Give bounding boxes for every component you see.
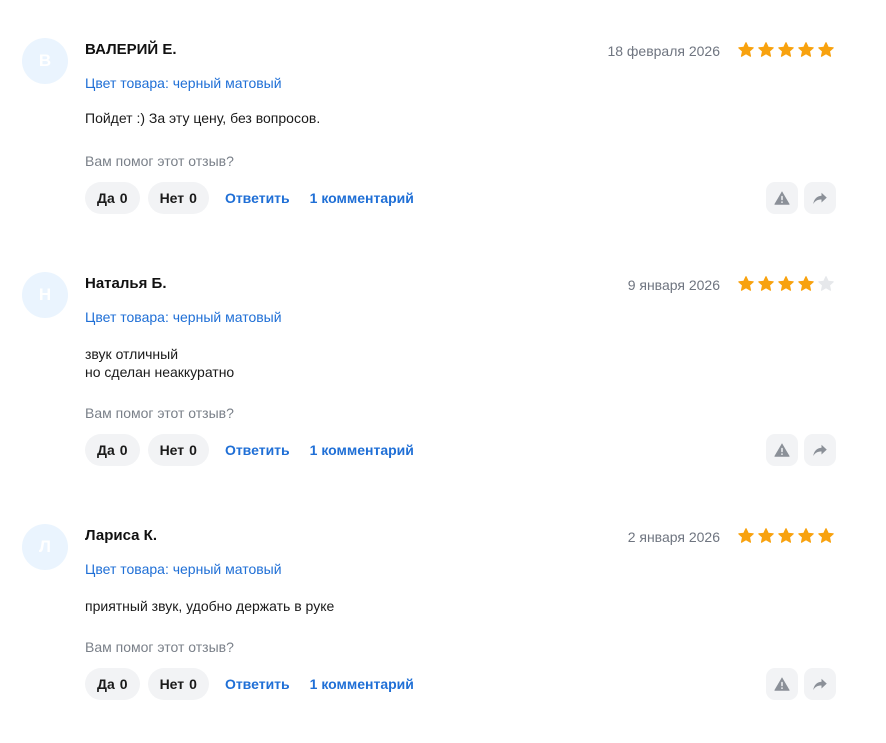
review-card: Л Лариса К. 2 января 2026 Цвет товара: ч… [0, 516, 886, 716]
review-text: Пойдет :) За эту цену, без вопросов. [85, 110, 321, 126]
star-icon [758, 528, 774, 543]
comments-link[interactable]: 1 комментарий [306, 190, 422, 206]
share-button[interactable] [804, 434, 836, 466]
helpful-yes-button[interactable]: Да 0 [85, 668, 140, 700]
warning-triangle-icon [774, 191, 790, 205]
star-icon [798, 42, 814, 57]
helpful-no-button[interactable]: Нет 0 [147, 182, 209, 214]
avatar: Л [22, 524, 68, 570]
share-arrow-icon [813, 192, 827, 204]
share-arrow-icon [813, 678, 827, 690]
helpful-no-button[interactable]: Нет 0 [147, 434, 209, 466]
report-button[interactable] [766, 668, 798, 700]
no-label: Нет [159, 676, 185, 692]
review-card: В ВАЛЕРИЙ Е. 18 февраля 2026 Цвет товара… [0, 30, 886, 230]
report-button[interactable] [766, 182, 798, 214]
review-actions: Да 0 Нет 0 Ответить 1 комментарий [85, 182, 422, 214]
review-author: ВАЛЕРИЙ Е. [85, 41, 177, 58]
star-icon [758, 42, 774, 57]
review-actions: Да 0 Нет 0 Ответить 1 комментарий [85, 434, 422, 466]
star-icon [758, 276, 774, 291]
helpful-prompt: Вам помог этот отзыв? [85, 405, 234, 421]
share-arrow-icon [813, 444, 827, 456]
star-icon [738, 42, 754, 57]
warning-triangle-icon [774, 443, 790, 457]
star-icon [738, 276, 754, 291]
helpful-yes-button[interactable]: Да 0 [85, 182, 140, 214]
share-button[interactable] [804, 668, 836, 700]
helpful-prompt: Вам помог этот отзыв? [85, 153, 234, 169]
yes-label: Да [97, 442, 115, 458]
star-icon [778, 42, 794, 57]
review-text: звук отличный но сделан неаккуратно [85, 346, 235, 380]
star-icon [798, 528, 814, 543]
yes-count: 0 [119, 442, 128, 458]
yes-count: 0 [119, 676, 128, 692]
review-author: Наталья Б. [85, 275, 167, 292]
review-date: 9 января 2026 [627, 277, 720, 293]
no-count: 0 [189, 442, 197, 458]
helpful-prompt: Вам помог этот отзыв? [85, 639, 234, 655]
review-text: приятный звук, удобно держать в руке [85, 598, 335, 614]
no-label: Нет [159, 190, 185, 206]
no-label: Нет [159, 442, 185, 458]
product-variant: Цвет товара: черный матовый [85, 75, 282, 91]
warning-triangle-icon [774, 677, 790, 691]
avatar: В [22, 38, 68, 84]
no-count: 0 [189, 190, 197, 206]
comments-link[interactable]: 1 комментарий [306, 676, 422, 692]
review-date: 18 февраля 2026 [607, 43, 720, 59]
rating-stars [737, 41, 835, 59]
star-icon [738, 528, 754, 543]
review-card: Н Наталья Б. 9 января 2026 Цвет товара: … [0, 264, 886, 466]
review-actions: Да 0 Нет 0 Ответить 1 комментарий [85, 668, 422, 700]
rating-stars [737, 275, 835, 293]
avatar: Н [22, 272, 68, 318]
star-icon [818, 42, 834, 57]
rating-stars [737, 527, 835, 545]
comments-link[interactable]: 1 комментарий [306, 442, 422, 458]
review-author: Лариса К. [85, 527, 157, 544]
star-icon [778, 276, 794, 291]
share-button[interactable] [804, 182, 836, 214]
report-button[interactable] [766, 434, 798, 466]
product-variant: Цвет товара: черный матовый [85, 309, 282, 325]
helpful-yes-button[interactable]: Да 0 [85, 434, 140, 466]
helpful-no-button[interactable]: Нет 0 [147, 668, 209, 700]
yes-label: Да [97, 190, 115, 206]
star-icon [798, 276, 814, 291]
reply-link[interactable]: Ответить [217, 190, 298, 206]
review-date: 2 января 2026 [627, 529, 720, 545]
yes-label: Да [97, 676, 115, 692]
no-count: 0 [189, 676, 197, 692]
star-icon [778, 528, 794, 543]
star-icon [818, 528, 834, 543]
star-icon [818, 276, 834, 291]
yes-count: 0 [119, 190, 128, 206]
product-variant: Цвет товара: черный матовый [85, 561, 282, 577]
reply-link[interactable]: Ответить [217, 676, 298, 692]
reply-link[interactable]: Ответить [217, 442, 298, 458]
